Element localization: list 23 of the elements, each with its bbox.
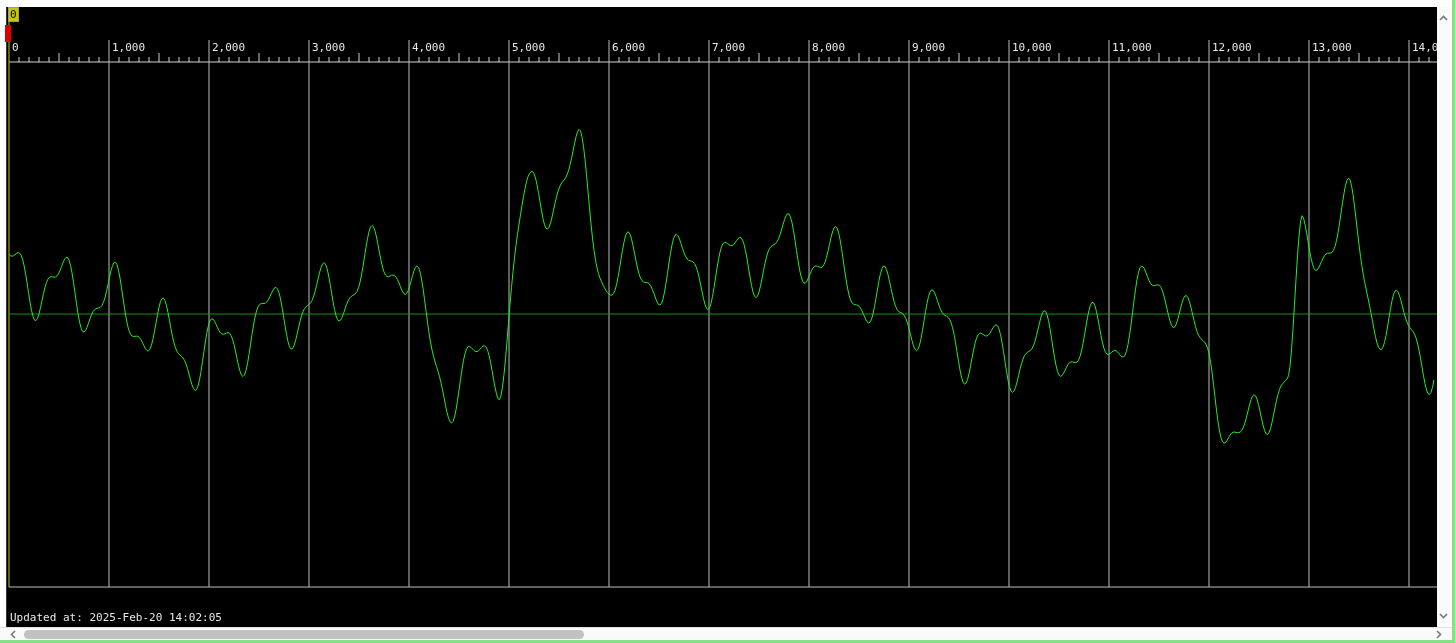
ruler-label: 0	[12, 41, 19, 54]
ruler-label: 8,000	[812, 41, 846, 54]
scroll-up-icon[interactable]	[1439, 15, 1448, 21]
scrollbar-thumb[interactable]	[24, 629, 584, 639]
ruler-label: 4,000	[412, 41, 446, 54]
ruler-label: 5,000	[512, 41, 546, 54]
cursor-marker[interactable]	[5, 25, 11, 42]
ruler-label: 7,000	[712, 41, 746, 54]
ruler-label: 9,000	[912, 41, 946, 54]
ruler-label: 2,000	[212, 41, 246, 54]
ruler-label: 12,000	[1212, 41, 1252, 54]
ruler-label: 3,000	[312, 41, 346, 54]
ruler-label: 14,0	[1412, 41, 1437, 54]
update-status: Updated at: 2025-Feb-20 14:02:05	[10, 612, 222, 623]
ruler-label: 10,000	[1012, 41, 1052, 54]
ruler-label: 11,000	[1112, 41, 1152, 54]
scroll-down-icon[interactable]	[1439, 613, 1448, 619]
scroll-left-icon[interactable]	[10, 629, 16, 639]
scroll-right-icon[interactable]	[1436, 629, 1442, 639]
ruler-label: 13,000	[1312, 41, 1352, 54]
ruler-label: 1,000	[112, 41, 146, 54]
ruler-label: 6,000	[612, 41, 646, 54]
marker-flag[interactable]: 0	[8, 7, 19, 22]
